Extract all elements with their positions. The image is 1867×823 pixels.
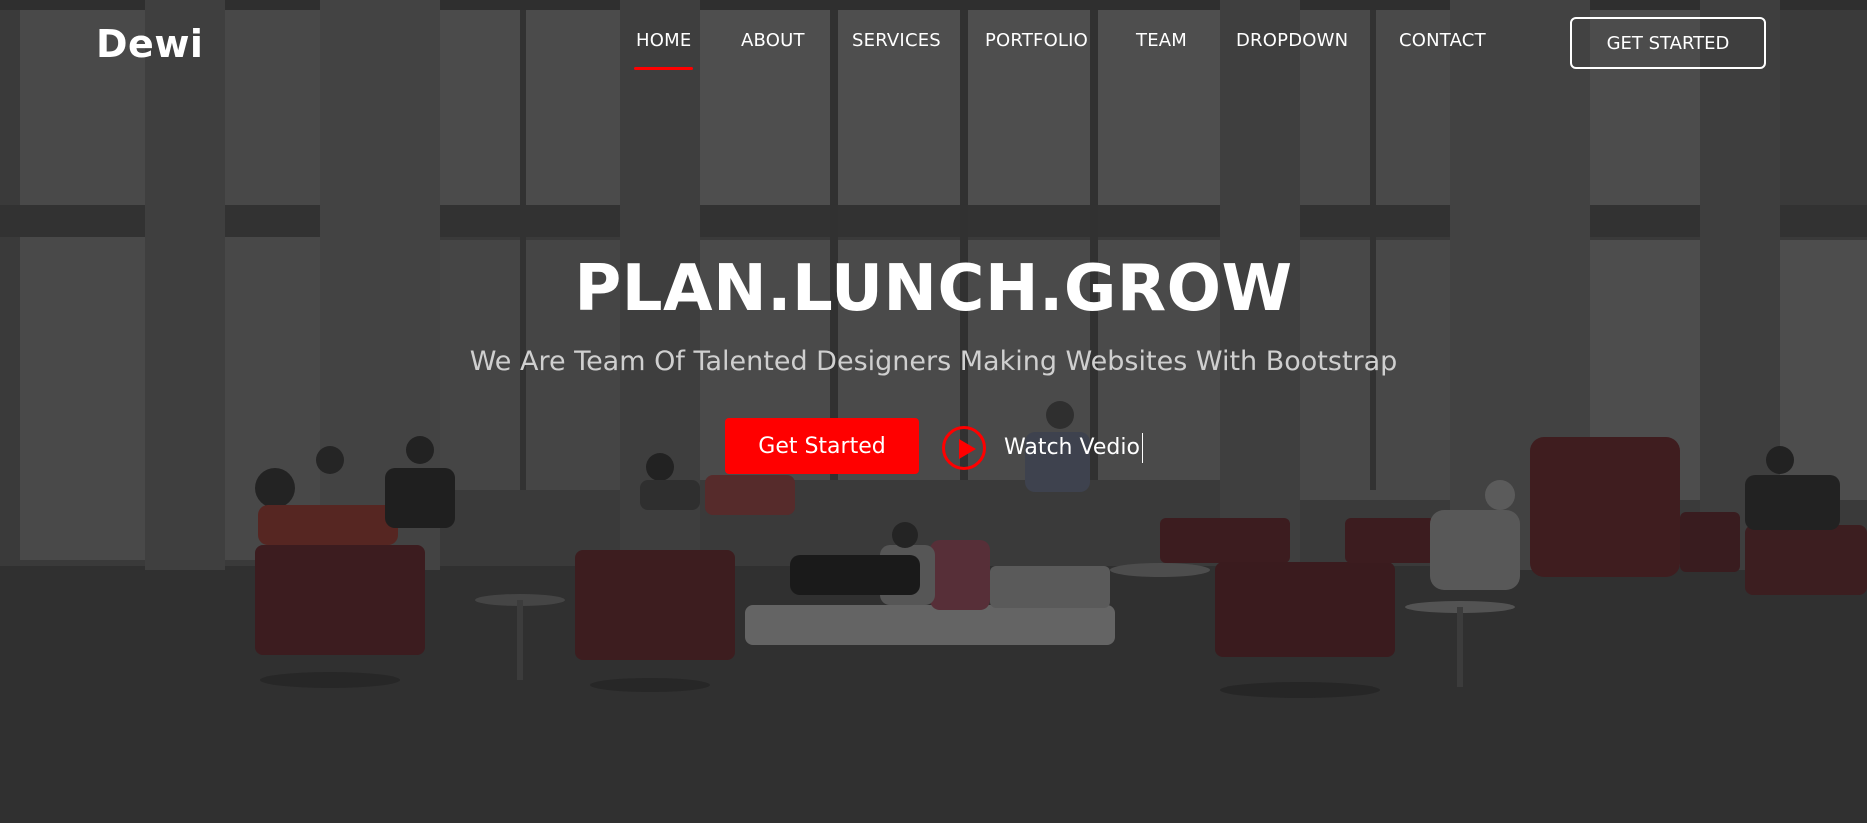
nav-item-about[interactable]: ABOUT [741, 30, 805, 51]
nav-item-services[interactable]: SERVICES [852, 30, 941, 51]
get-started-header-button[interactable]: GET STARTED [1570, 17, 1766, 69]
nav-item-portfolio[interactable]: PORTFOLIO [985, 30, 1088, 51]
watch-video-label[interactable]: Watch Vedio [1004, 433, 1143, 463]
nav-item-home[interactable]: HOME [633, 30, 694, 70]
dark-overlay [0, 0, 1867, 823]
hero-subtitle: We Are Team Of Talented Designers Making… [469, 346, 1398, 377]
nav-item-team[interactable]: TEAM [1136, 30, 1187, 51]
hero-title: PLAN.LUNCH.GROW [574, 252, 1293, 326]
nav-item-dropdown[interactable]: DROPDOWN [1236, 30, 1348, 51]
watch-video-link[interactable]: Watch Vedio [942, 423, 1143, 473]
get-started-button[interactable]: Get Started [725, 418, 919, 474]
site-header: Dewi HOME ABOUT SERVICES PORTFOLIO TEAM … [0, 0, 1867, 88]
logo[interactable]: Dewi [96, 22, 203, 66]
nav-item-contact[interactable]: CONTACT [1399, 30, 1486, 51]
play-icon[interactable] [942, 426, 986, 470]
hero-section: Dewi HOME ABOUT SERVICES PORTFOLIO TEAM … [0, 0, 1867, 823]
